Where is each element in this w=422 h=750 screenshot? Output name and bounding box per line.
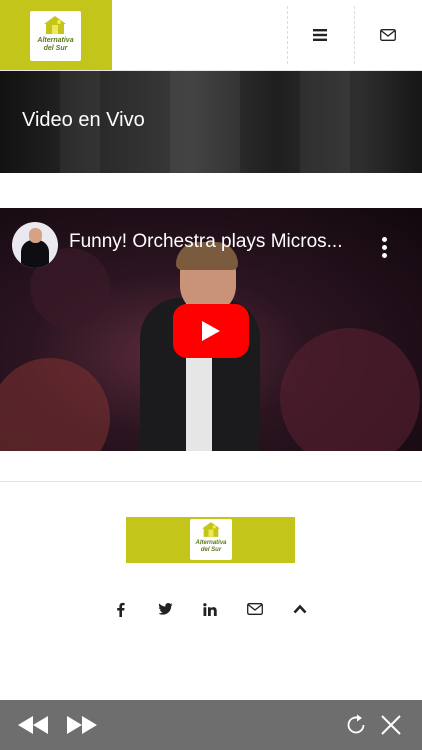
chevron-up-icon (293, 604, 307, 614)
logo-link[interactable]: Alternativa del Sur (0, 0, 112, 70)
play-button[interactable] (173, 304, 249, 358)
footer-logo-badge: Alternativa del Sur (190, 519, 232, 560)
footer-logo-text-line2: del Sur (200, 547, 222, 553)
envelope-icon (380, 29, 396, 41)
twitter-link[interactable] (153, 597, 177, 621)
logo-text-line2: del Sur (43, 45, 68, 52)
close-button[interactable] (375, 710, 407, 740)
back-to-top-button[interactable] (288, 597, 312, 621)
close-icon (381, 715, 401, 735)
hamburger-menu-icon (313, 29, 327, 41)
house-logo-icon (202, 522, 220, 537)
linkedin-link[interactable] (198, 597, 222, 621)
envelope-icon (247, 603, 263, 615)
video-frame (0, 358, 110, 451)
rewind-icon (18, 716, 48, 734)
twitter-icon (157, 603, 173, 615)
footer-logo[interactable]: Alternativa del Sur (126, 517, 295, 563)
video-frame (280, 328, 420, 451)
mail-button[interactable] (371, 18, 405, 52)
refresh-icon (347, 714, 365, 734)
video-title[interactable]: Funny! Orchestra plays Micros... (69, 231, 364, 253)
channel-avatar[interactable] (12, 222, 58, 268)
logo-text-line1: Alternativa (37, 37, 74, 44)
avatar-figure (21, 240, 49, 268)
site-logo[interactable]: Alternativa del Sur (30, 11, 81, 61)
email-link[interactable] (243, 597, 267, 621)
menu-button[interactable] (303, 18, 337, 52)
footer-logo-text-line1: Alternativa (195, 540, 227, 546)
hero-background (170, 71, 240, 173)
header-divider (287, 6, 288, 64)
more-options-icon[interactable] (374, 234, 394, 262)
site-header: Alternativa del Sur (0, 0, 422, 71)
section-divider (0, 481, 422, 482)
forward-button[interactable] (66, 710, 98, 740)
browser-toolbar (0, 700, 422, 750)
video-player[interactable]: Funny! Orchestra plays Micros... (0, 208, 422, 451)
avatar-figure (29, 228, 42, 243)
hero-background (300, 71, 350, 173)
house-logo-icon (44, 16, 66, 34)
back-button[interactable] (17, 710, 49, 740)
header-divider (354, 6, 355, 64)
facebook-link[interactable] (108, 597, 132, 621)
page-title: Video en Vivo (22, 109, 145, 131)
play-icon (202, 321, 220, 341)
page-hero: Video en Vivo (0, 71, 422, 173)
fast-forward-icon (67, 716, 97, 734)
linkedin-icon (203, 602, 217, 616)
reload-button[interactable] (340, 710, 372, 740)
facebook-icon (116, 602, 125, 617)
